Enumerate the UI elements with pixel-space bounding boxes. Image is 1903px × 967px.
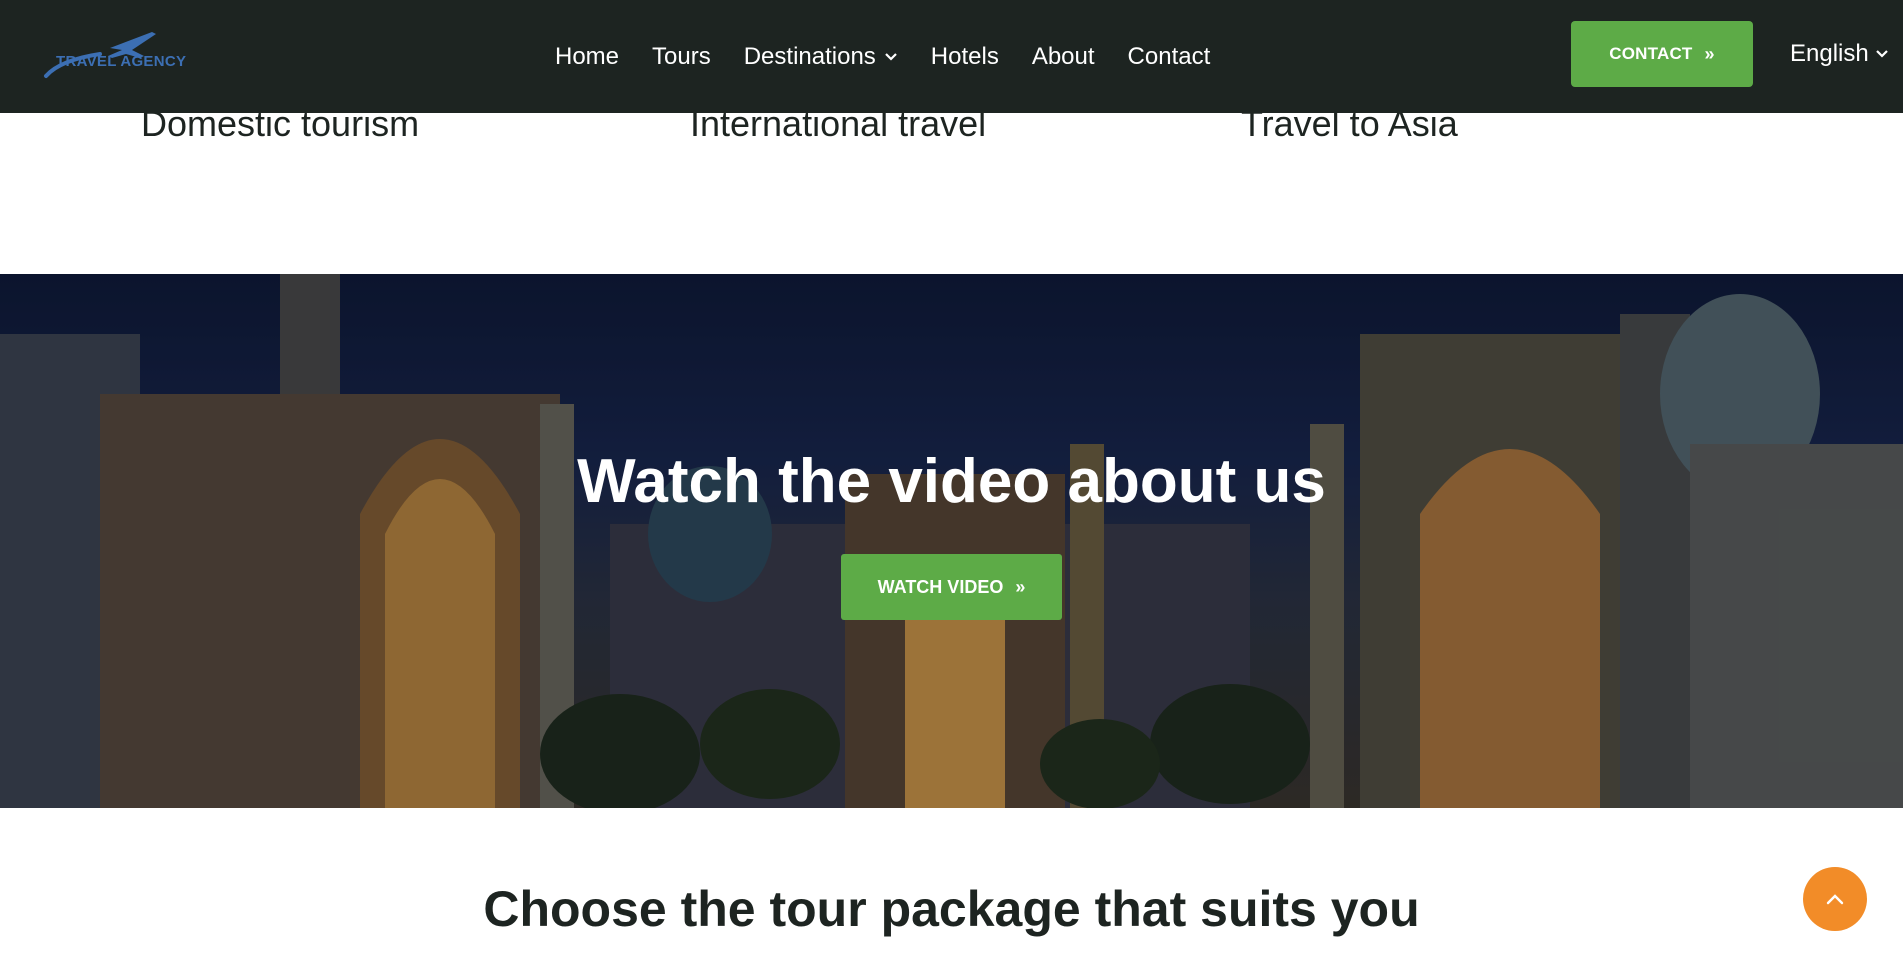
language-selector[interactable]: English xyxy=(1790,0,1889,108)
nav-tours-label: Tours xyxy=(652,42,711,70)
nav-destinations[interactable]: Destinations xyxy=(744,43,898,71)
contact-button-label: CONTACT xyxy=(1609,44,1693,63)
video-banner-title: Watch the video about us xyxy=(577,447,1326,516)
banner-overlay xyxy=(0,274,1903,808)
nav-about-label: About xyxy=(1031,42,1095,70)
nav-about[interactable]: About xyxy=(1032,43,1095,71)
nav-home-label: Home xyxy=(555,42,620,70)
logo[interactable]: TRAVEL AGENCY xyxy=(40,28,187,80)
video-banner xyxy=(0,274,1903,808)
back-to-top-button[interactable] xyxy=(1803,867,1867,931)
language-label: English xyxy=(1790,40,1869,67)
double-chevron-right-icon: » xyxy=(1704,43,1715,64)
nav-hotels[interactable]: Hotels xyxy=(931,43,999,71)
nav-hotels-label: Hotels xyxy=(930,42,999,70)
site-header: TRAVEL AGENCY Home Tours Destinations Ho… xyxy=(0,0,1903,113)
chevron-down-icon xyxy=(885,52,897,61)
packages-title: Choose the tour package that suits you xyxy=(483,881,1420,937)
chevron-up-icon xyxy=(1826,894,1844,905)
nav-home[interactable]: Home xyxy=(555,43,619,71)
nav-tours[interactable]: Tours xyxy=(652,43,711,71)
double-chevron-right-icon: » xyxy=(1015,576,1026,597)
main-nav: Home Tours Destinations Hotels About Con… xyxy=(555,0,1243,113)
nav-contact-label: Contact xyxy=(1127,42,1211,70)
watch-video-button-label: WATCH VIDEO xyxy=(877,576,1004,597)
nav-destinations-label: Destinations xyxy=(743,42,876,70)
nav-contact[interactable]: Contact xyxy=(1128,43,1211,71)
contact-button[interactable]: CONTACT » xyxy=(1571,21,1753,87)
logo-text: TRAVEL AGENCY xyxy=(56,53,187,70)
watch-video-button[interactable]: WATCH VIDEO » xyxy=(841,554,1062,620)
chevron-down-icon xyxy=(1875,50,1888,58)
